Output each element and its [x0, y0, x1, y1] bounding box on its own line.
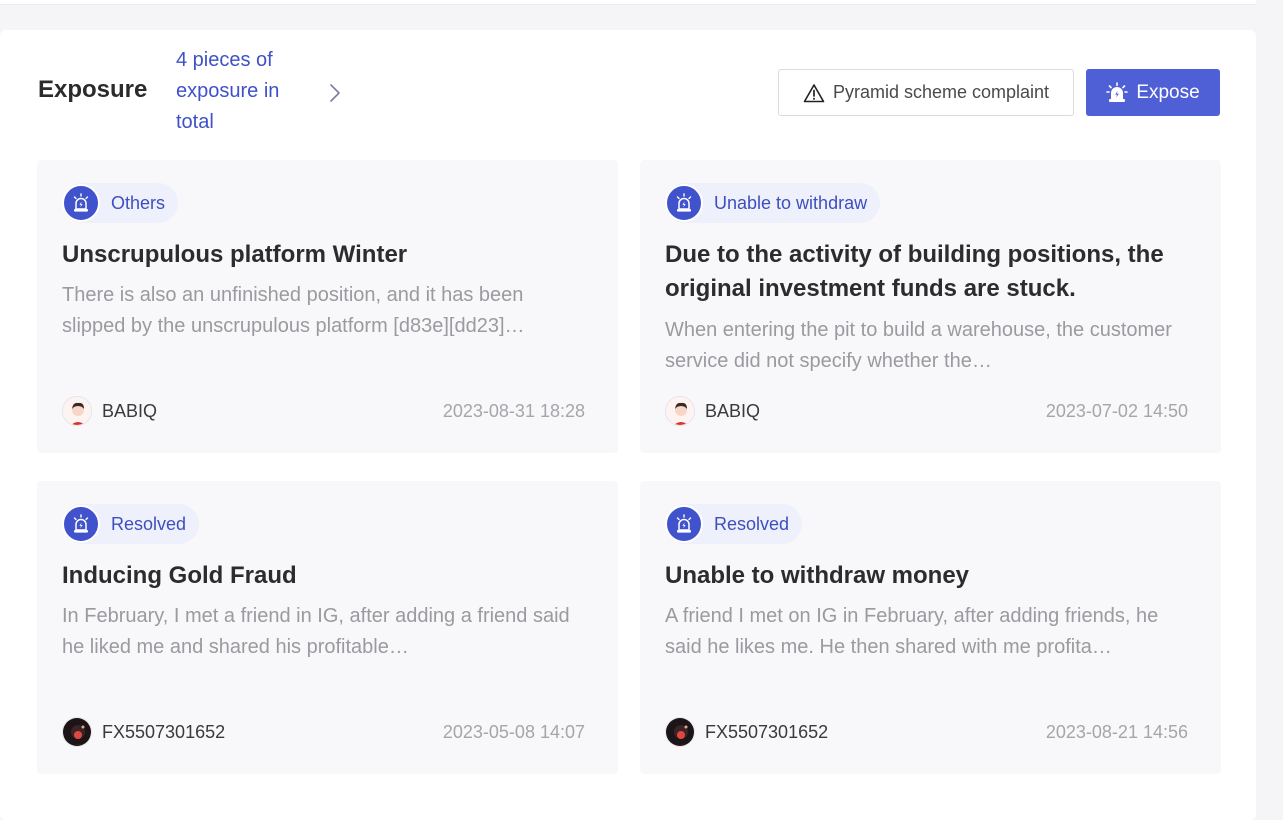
card-date: 2023-07-02 14:50	[1045, 401, 1188, 421]
category-tag: Resolved	[665, 504, 803, 544]
top-strip	[0, 0, 1256, 5]
card-description: A friend I met on IG in February, after …	[665, 605, 1159, 658]
exposure-header: Exposure 4 pieces of exposure in total P…	[38, 30, 1220, 155]
alarm-siren-icon	[62, 184, 100, 222]
author-name: FX5507301652	[705, 721, 829, 742]
avatar	[62, 717, 92, 747]
card-date: 2023-05-08 14:07	[442, 722, 585, 742]
category-tag: Others	[62, 183, 179, 223]
alarm-siren-icon	[665, 184, 703, 222]
card-author: BABIQ	[665, 395, 760, 427]
author-name: FX5507301652	[102, 721, 226, 742]
card-description: When entering the pit to build a warehou…	[665, 319, 1172, 372]
card-title: Unable to withdraw money	[665, 562, 970, 589]
pyramid-complaint-button[interactable]: Pyramid scheme complaint	[778, 69, 1074, 116]
card-author: FX5507301652	[62, 716, 225, 748]
exposure-count-link[interactable]: 4 pieces of exposure in total	[176, 45, 316, 138]
alarm-siren-icon	[1106, 81, 1129, 102]
exposure-card[interactable]: Resolved Unable to withdraw money A frie…	[640, 481, 1221, 774]
avatar	[62, 396, 92, 426]
section-title: Exposure	[38, 76, 148, 103]
expose-label: Expose	[1136, 81, 1200, 103]
alarm-siren-icon	[665, 505, 703, 543]
card-description: In February, I met a friend in IG, after…	[62, 605, 570, 658]
tag-label: Resolved	[714, 513, 790, 534]
exposure-card[interactable]: Others Unscrupulous platform Winter Ther…	[37, 160, 618, 453]
category-tag: Resolved	[62, 504, 200, 544]
exposure-panel: Exposure 4 pieces of exposure in total P…	[0, 30, 1256, 820]
card-author: FX5507301652	[665, 716, 828, 748]
card-date: 2023-08-31 18:28	[442, 401, 585, 421]
chevron-right-icon[interactable]	[328, 82, 342, 104]
card-title: Inducing Gold Fraud	[62, 562, 297, 589]
card-author: BABIQ	[62, 395, 157, 427]
avatar	[665, 717, 695, 747]
expose-button[interactable]: Expose	[1086, 69, 1220, 116]
author-name: BABIQ	[102, 400, 158, 421]
exposure-card[interactable]: Resolved Inducing Gold Fraud In February…	[37, 481, 618, 774]
card-description: There is also an unfinished position, an…	[62, 284, 525, 337]
pyramid-complaint-label: Pyramid scheme complaint	[832, 82, 1050, 102]
tag-label: Unable to withdraw	[714, 192, 868, 213]
card-title: Unscrupulous platform Winter	[62, 241, 408, 268]
tag-label: Others	[111, 192, 166, 213]
alarm-siren-icon	[62, 505, 100, 543]
author-name: BABIQ	[705, 400, 761, 421]
category-tag: Unable to withdraw	[665, 183, 881, 223]
avatar	[665, 396, 695, 426]
card-date: 2023-08-21 14:56	[1045, 722, 1188, 742]
tag-label: Resolved	[111, 513, 187, 534]
card-title: Due to the activity of building position…	[665, 241, 1164, 302]
warning-triangle-icon	[803, 83, 825, 102]
exposure-card[interactable]: Unable to withdraw Due to the activity o…	[640, 160, 1221, 453]
